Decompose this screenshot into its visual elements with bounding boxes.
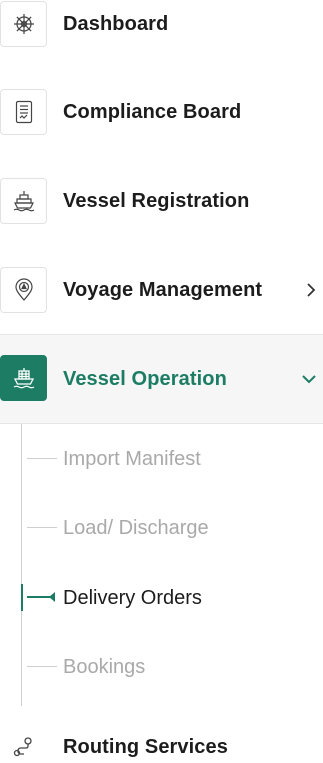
- route-icon: [0, 724, 47, 763]
- nav-item-vessel-operation[interactable]: Vessel Operation: [0, 334, 323, 424]
- submenu-item-import-manifest[interactable]: Import Manifest: [0, 439, 323, 479]
- submenu-item-label: Import Manifest: [63, 447, 201, 470]
- submenu-item-bookings[interactable]: Bookings: [0, 647, 323, 687]
- ship-wheel-icon: [0, 1, 47, 47]
- nav-item-label: Routing Services: [63, 735, 228, 758]
- chevron-down-icon[interactable]: [301, 373, 317, 385]
- submenu-branch-line: [27, 527, 57, 528]
- active-arrow-icon: [49, 592, 55, 602]
- submenu-item-label: Bookings: [63, 655, 146, 678]
- document-icon: [0, 89, 47, 135]
- sidebar-nav: Dashboard Compliance Board Vessel Regist…: [0, 0, 323, 763]
- nav-item-label: Compliance Board: [63, 100, 242, 123]
- nav-item-label: Vessel Registration: [63, 189, 250, 212]
- nav-item-compliance-board[interactable]: Compliance Board: [0, 88, 323, 136]
- submenu-item-label: Load/ Discharge: [63, 516, 209, 539]
- nav-item-routing-services[interactable]: Routing Services: [0, 723, 323, 763]
- location-pin-icon: [0, 267, 47, 313]
- ship-icon: [0, 178, 47, 224]
- chevron-right-icon[interactable]: [305, 282, 317, 298]
- nav-item-label: Vessel Operation: [63, 367, 227, 390]
- nav-item-voyage-management[interactable]: Voyage Management: [0, 266, 323, 314]
- submenu-branch-line: [27, 666, 57, 667]
- nav-item-vessel-registration[interactable]: Vessel Registration: [0, 177, 323, 225]
- nav-item-label: Voyage Management: [63, 278, 263, 301]
- active-marker: [21, 584, 23, 611]
- nav-item-dashboard[interactable]: Dashboard: [0, 0, 323, 48]
- submenu-branch-line: [27, 458, 57, 459]
- vessel-operation-submenu: Import Manifest Load/ Discharge Delivery…: [0, 424, 323, 706]
- submenu-item-label: Delivery Orders: [63, 586, 202, 609]
- nav-item-label: Dashboard: [63, 12, 169, 35]
- submenu-item-load-discharge[interactable]: Load/ Discharge: [0, 508, 323, 548]
- submenu-item-delivery-orders[interactable]: Delivery Orders: [0, 578, 323, 618]
- cargo-ship-icon: [0, 355, 47, 401]
